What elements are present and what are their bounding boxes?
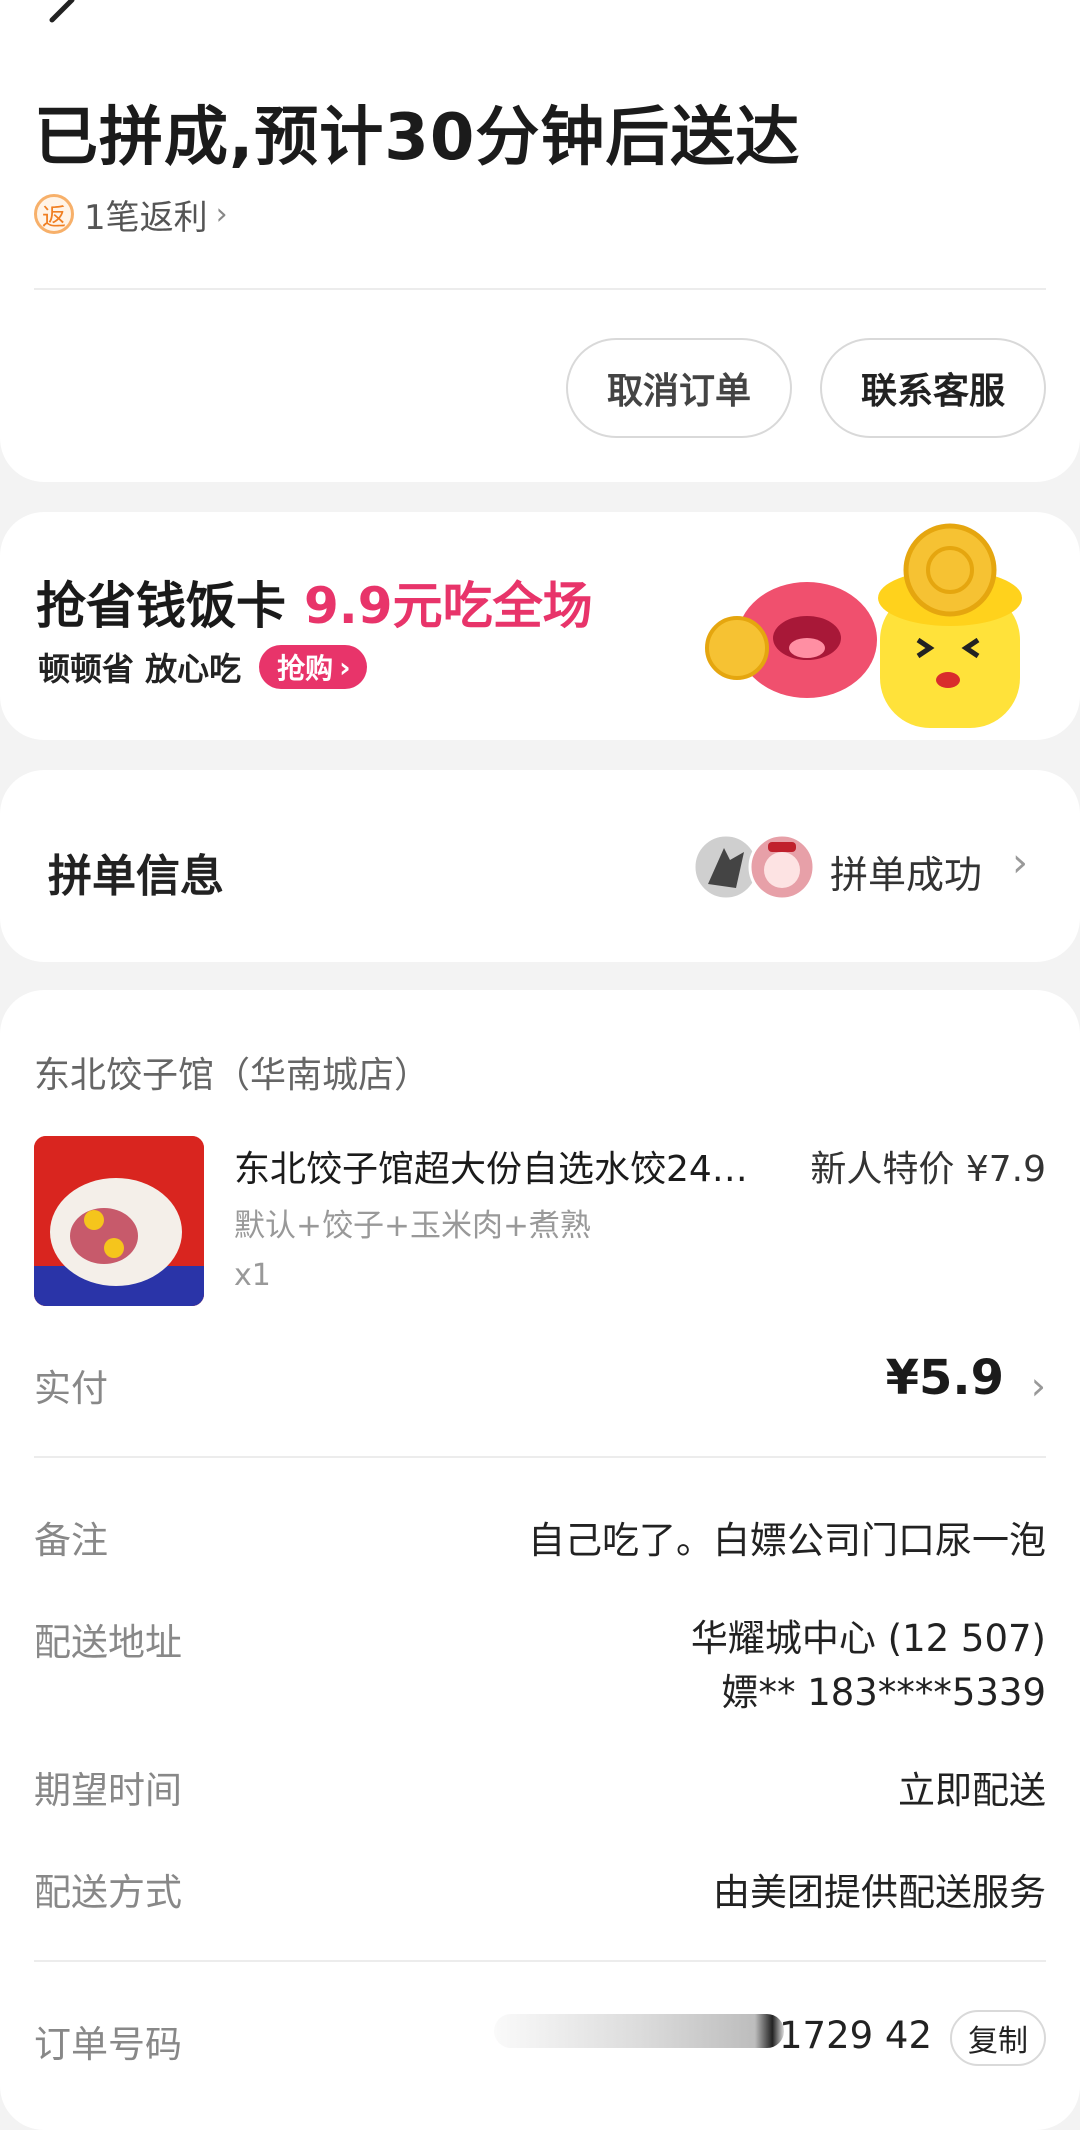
divider — [34, 1960, 1046, 1962]
order-status-card: 已拼成,预计30分钟后送达 返 1笔返利 › 取消订单 联系客服 — [0, 0, 1080, 482]
back-icon[interactable] — [38, 0, 86, 44]
order-number-label: 订单号码 — [34, 2023, 182, 2066]
contact-service-button[interactable]: 联系客服 — [820, 338, 1046, 438]
delivery-method-value: 由美团提供配送服务 — [713, 1871, 1046, 1914]
paid-label: 实付 — [34, 1367, 108, 1410]
promo-buy-button[interactable]: 抢购 › — [259, 645, 367, 689]
time-value: 立即配送 — [898, 1769, 1046, 1812]
chevron-right-icon: › — [1030, 1364, 1046, 1408]
food-item-price: 新人特价 ¥7.9 — [810, 1149, 1046, 1190]
address-line-2: 嫖** 183****5339 — [721, 1671, 1046, 1714]
chevron-right-icon: › — [339, 650, 351, 684]
shop-name[interactable]: 东北饺子馆（华南城店） — [34, 1046, 430, 1098]
chevron-right-icon: › — [215, 196, 228, 232]
participant-avatars — [694, 833, 814, 901]
food-item-qty: x1 — [234, 1258, 271, 1293]
divider — [34, 1456, 1046, 1458]
chevron-right-icon: › — [1012, 840, 1028, 886]
rebate-link[interactable]: 返 1笔返利 › — [34, 192, 228, 238]
rebate-text: 1笔返利 — [84, 197, 208, 238]
promo-subtitle-row: 顿顿省 放心吃 抢购 › — [38, 644, 367, 690]
page-title: 已拼成,预计30分钟后送达 — [34, 101, 801, 175]
delivery-method-label: 配送方式 — [34, 1871, 182, 1914]
rebate-icon: 返 — [34, 194, 74, 234]
order-number-value: 1729 42 — [778, 2014, 932, 2057]
cancel-order-button[interactable]: 取消订单 — [566, 338, 792, 438]
group-info-title: 拼单信息 — [48, 851, 224, 902]
promo-banner[interactable]: 抢省钱饭卡 9.9元吃全场 顿顿省 放心吃 抢购 › — [0, 512, 1080, 740]
promo-title-text: 抢省钱饭卡 — [36, 577, 286, 635]
promo-buy-label: 抢购 — [277, 652, 334, 685]
mascot-illustration — [705, 523, 1022, 728]
address-line-1: 华耀城中心 (12 507) — [690, 1617, 1046, 1660]
group-status: 拼单成功 — [830, 853, 983, 897]
order-number-redacted — [494, 2014, 784, 2048]
group-order-info-row[interactable]: 拼单信息 拼单成功 › — [0, 770, 1080, 962]
time-label: 期望时间 — [34, 1769, 182, 1812]
promo-subtitle: 顿顿省 放心吃 — [38, 650, 242, 688]
promo-title: 抢省钱饭卡 9.9元吃全场 — [36, 566, 593, 638]
food-item-name: 东北饺子馆超大份自选水饺24… — [234, 1149, 748, 1190]
copy-order-number-button[interactable]: 复制 — [950, 2010, 1046, 2066]
remark-value: 自己吃了。白嫖公司门口尿一泡 — [528, 1519, 1046, 1562]
divider — [34, 288, 1046, 290]
food-image — [34, 1136, 204, 1306]
remark-label: 备注 — [34, 1519, 108, 1562]
promo-highlight: 9.9元吃全场 — [304, 577, 593, 635]
paid-amount[interactable]: ¥5.9 — [886, 1350, 1004, 1406]
address-label: 配送地址 — [34, 1621, 182, 1664]
food-item-spec: 默认+饺子+玉米肉+煮熟 — [234, 1208, 591, 1244]
order-detail-card: 东北饺子馆（华南城店） 东北饺子馆超大份自选水饺24… 新人特价 ¥7.9 默认… — [0, 990, 1080, 2130]
